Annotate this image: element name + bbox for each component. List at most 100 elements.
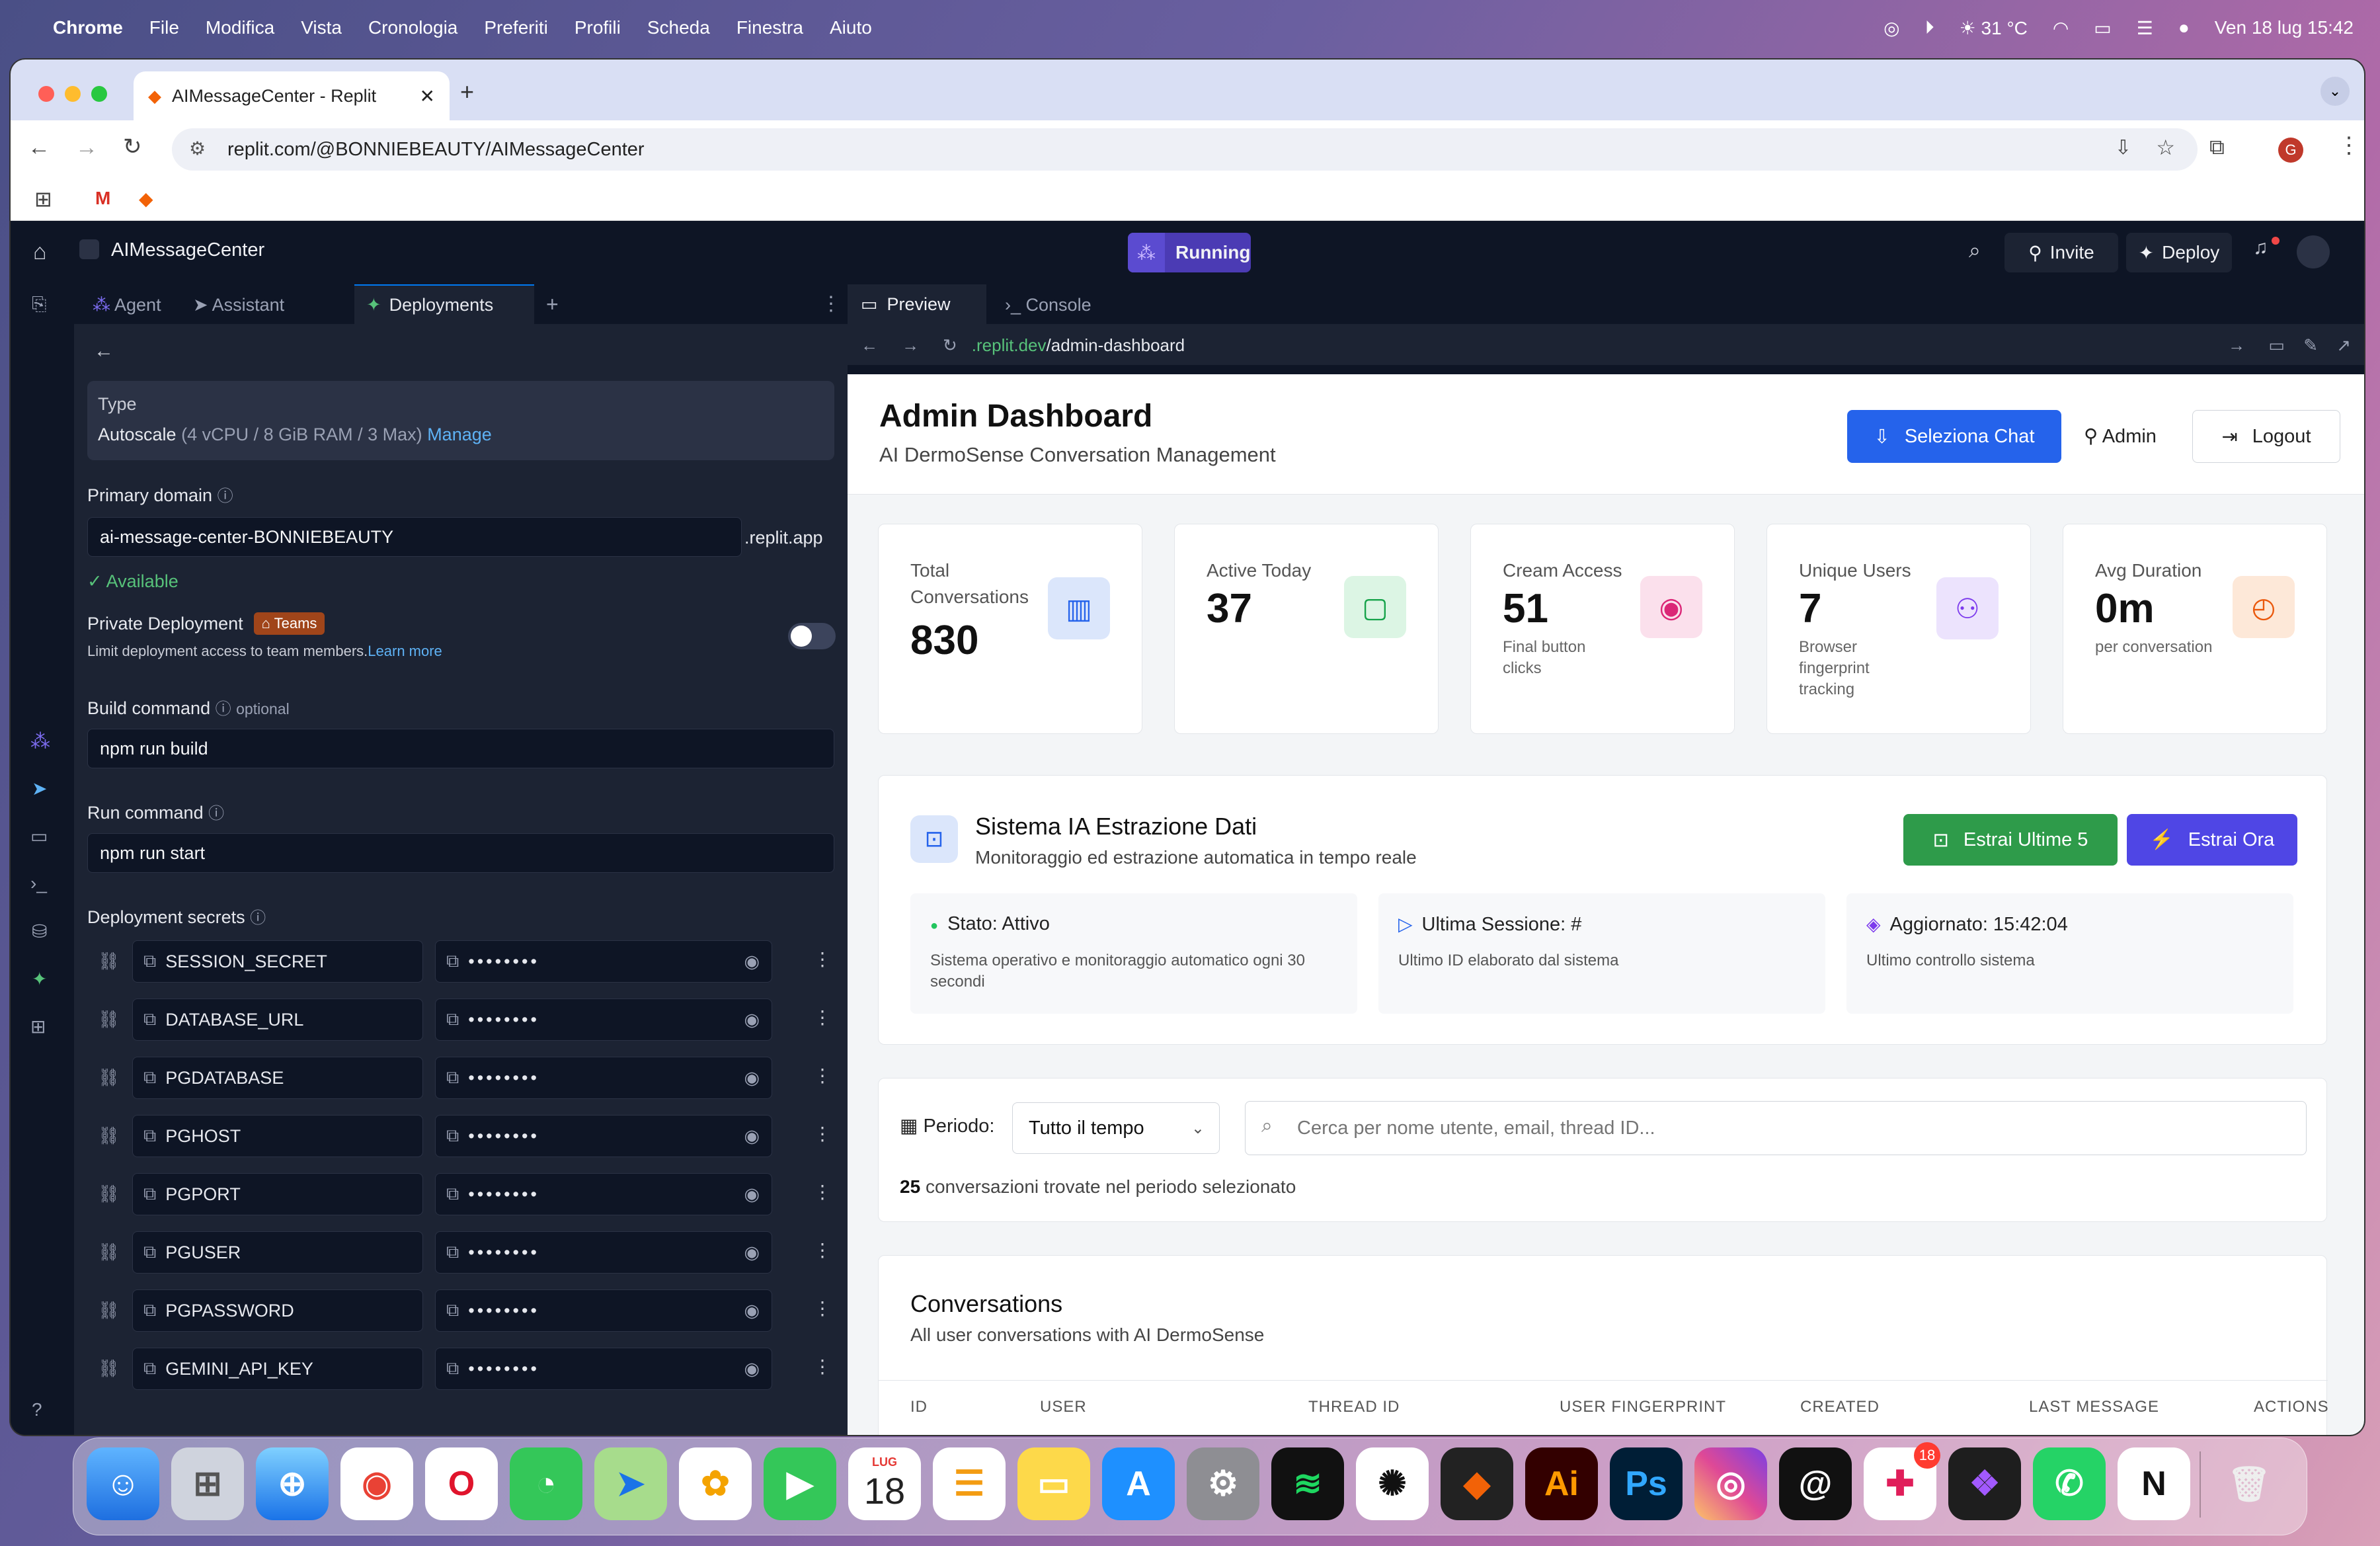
invite-button[interactable]: ⚲ Invite: [2004, 233, 2118, 272]
secret-menu-icon[interactable]: ⋮: [813, 1065, 832, 1086]
focus-icon[interactable]: ◎: [1884, 17, 1899, 39]
wifi-icon[interactable]: ◠: [2053, 17, 2069, 39]
replit-app-icon[interactable]: ◆: [1441, 1447, 1513, 1520]
tab-assistant[interactable]: ➤ Assistant: [193, 295, 284, 315]
spotify-icon[interactable]: ≋: [1271, 1447, 1344, 1520]
copy-icon[interactable]: ⧉: [446, 1125, 459, 1147]
copy-icon[interactable]: ⧉: [143, 1184, 156, 1205]
secret-value-field[interactable]: ⧉ •••••••• ◉: [435, 1231, 772, 1274]
menu-modifica[interactable]: Modifica: [206, 17, 274, 38]
safari-icon[interactable]: ⊕: [256, 1447, 329, 1520]
preview-back-icon[interactable]: ←: [861, 335, 878, 356]
menubar-clock[interactable]: Ven 18 lug 15:42: [2215, 17, 2354, 38]
secret-menu-icon[interactable]: ⋮: [813, 1297, 832, 1319]
secret-value-field[interactable]: ⧉ •••••••• ◉: [435, 940, 772, 983]
device-icon[interactable]: ▭: [2268, 335, 2285, 356]
threads-icon[interactable]: @: [1779, 1447, 1852, 1520]
gmail-icon[interactable]: M: [95, 188, 110, 209]
period-select[interactable]: Tutto il tempo ⌄: [1012, 1102, 1220, 1154]
copy-icon[interactable]: ⧉: [446, 1242, 459, 1263]
menu-scheda[interactable]: Scheda: [647, 17, 710, 38]
run-command-input[interactable]: npm run start: [87, 833, 834, 873]
copy-icon[interactable]: ⧉: [446, 1358, 459, 1379]
logout-button[interactable]: ⇥ Logout: [2192, 410, 2340, 463]
eye-icon[interactable]: ◉: [744, 1359, 760, 1379]
notes-icon[interactable]: ▭: [1017, 1447, 1090, 1520]
link-icon[interactable]: ⛓: [98, 1358, 120, 1379]
menu-profili[interactable]: Profili: [575, 17, 621, 38]
copy-icon[interactable]: ⧉: [446, 1009, 459, 1030]
tab-console[interactable]: ›_ Console: [1005, 295, 1091, 315]
photos-icon[interactable]: ✿: [679, 1447, 752, 1520]
deploy-button[interactable]: ✦ Deploy: [2126, 233, 2232, 272]
copy-icon[interactable]: ⧉: [446, 1184, 459, 1205]
secrets-info-icon[interactable]: ⓘ: [250, 909, 266, 927]
messages-icon[interactable]: ◔: [510, 1447, 582, 1520]
chatgpt-icon[interactable]: ✺: [1356, 1447, 1429, 1520]
deployments-rail-icon[interactable]: ✦: [32, 968, 47, 990]
search-icon[interactable]: ⌕: [1969, 238, 1981, 263]
play-icon[interactable]: ⏵: [1925, 17, 1934, 39]
photoshop-icon[interactable]: Ps: [1610, 1447, 1683, 1520]
project-name[interactable]: AIMessageCenter: [111, 239, 264, 261]
copy-icon[interactable]: ⧉: [143, 1242, 156, 1263]
figma-icon[interactable]: ❖: [1948, 1447, 2021, 1520]
secret-value-field[interactable]: ⧉ •••••••• ◉: [435, 998, 772, 1041]
tab-agent[interactable]: ⁂ Agent: [93, 295, 161, 315]
menu-preferiti[interactable]: Preferiti: [484, 17, 547, 38]
siri-icon[interactable]: ●: [2178, 17, 2190, 38]
opera-icon[interactable]: O: [425, 1447, 498, 1520]
system-settings-icon[interactable]: ⚙: [1187, 1447, 1259, 1520]
link-icon[interactable]: ⛓: [98, 1125, 120, 1146]
open-new-window-icon[interactable]: ↗: [2336, 335, 2351, 356]
instagram-icon[interactable]: ◎: [1694, 1447, 1767, 1520]
preview-url-path[interactable]: /admin-dashboard: [1047, 335, 1185, 356]
build-command-input[interactable]: npm run build: [87, 729, 834, 768]
console-rail-icon[interactable]: ›_: [30, 873, 47, 894]
secret-key-field[interactable]: ⧉ SESSION_SECRET: [132, 940, 423, 983]
preview-forward-icon[interactable]: →: [902, 335, 919, 356]
maps-icon[interactable]: ➤: [594, 1447, 667, 1520]
panel-menu-icon[interactable]: ⋮: [821, 292, 841, 315]
profile-avatar[interactable]: G: [2278, 138, 2303, 163]
chrome-icon[interactable]: ◉: [340, 1447, 413, 1520]
copy-icon[interactable]: ⧉: [446, 951, 459, 972]
site-info-icon[interactable]: ⚙: [189, 138, 206, 159]
secret-key-field[interactable]: ⧉ PGDATABASE: [132, 1057, 423, 1099]
bookmark-star-icon[interactable]: ☆: [2156, 135, 2175, 160]
run-info-icon[interactable]: ⓘ: [208, 805, 224, 823]
search-box[interactable]: ⌕: [1245, 1101, 2307, 1155]
secret-key-field[interactable]: ⧉ PGPASSWORD: [132, 1289, 423, 1332]
illustrator-icon[interactable]: Ai: [1525, 1447, 1598, 1520]
secret-menu-icon[interactable]: ⋮: [813, 1006, 832, 1028]
chrome-menu-icon[interactable]: ⋮: [2338, 132, 2360, 159]
back-icon[interactable]: ←: [28, 135, 50, 161]
reminders-icon[interactable]: ☰: [933, 1447, 1006, 1520]
reload-icon[interactable]: ↻: [123, 134, 142, 160]
secret-key-field[interactable]: ⧉ DATABASE_URL: [132, 998, 423, 1041]
secret-menu-icon[interactable]: ⋮: [813, 1356, 832, 1377]
secret-key-field[interactable]: ⧉ PGHOST: [132, 1115, 423, 1157]
back-arrow-icon[interactable]: ←: [94, 340, 114, 362]
copy-icon[interactable]: ⧉: [143, 951, 156, 972]
preview-go-icon[interactable]: →: [2228, 335, 2245, 356]
secret-value-field[interactable]: ⧉ •••••••• ◉: [435, 1348, 772, 1390]
help-icon[interactable]: ?: [32, 1399, 42, 1420]
notifications-bell-icon[interactable]: ♫: [2253, 237, 2268, 259]
user-avatar[interactable]: [2297, 235, 2330, 268]
copy-icon[interactable]: ⧉: [446, 1067, 459, 1088]
extract-now-button[interactable]: ⚡ Estrai Ora: [2127, 814, 2297, 866]
manage-link[interactable]: Manage: [427, 425, 492, 444]
apps-grid-icon[interactable]: ⊞: [34, 186, 52, 212]
link-icon[interactable]: ⛓: [98, 951, 120, 971]
secret-key-field[interactable]: ⧉ PGUSER: [132, 1231, 423, 1274]
preview-reload-icon[interactable]: ↻: [943, 335, 957, 356]
whatsapp-icon[interactable]: ✆: [2033, 1447, 2106, 1520]
new-tab-button[interactable]: +: [460, 78, 474, 106]
build-info-icon[interactable]: ⓘ: [216, 700, 231, 718]
tab-preview[interactable]: ▭ Preview: [848, 284, 986, 324]
secret-menu-icon[interactable]: ⋮: [813, 1239, 832, 1261]
forward-icon[interactable]: →: [75, 135, 98, 161]
tab-deployments[interactable]: ✦ Deployments: [354, 284, 534, 324]
info-icon[interactable]: ⓘ: [218, 487, 233, 505]
